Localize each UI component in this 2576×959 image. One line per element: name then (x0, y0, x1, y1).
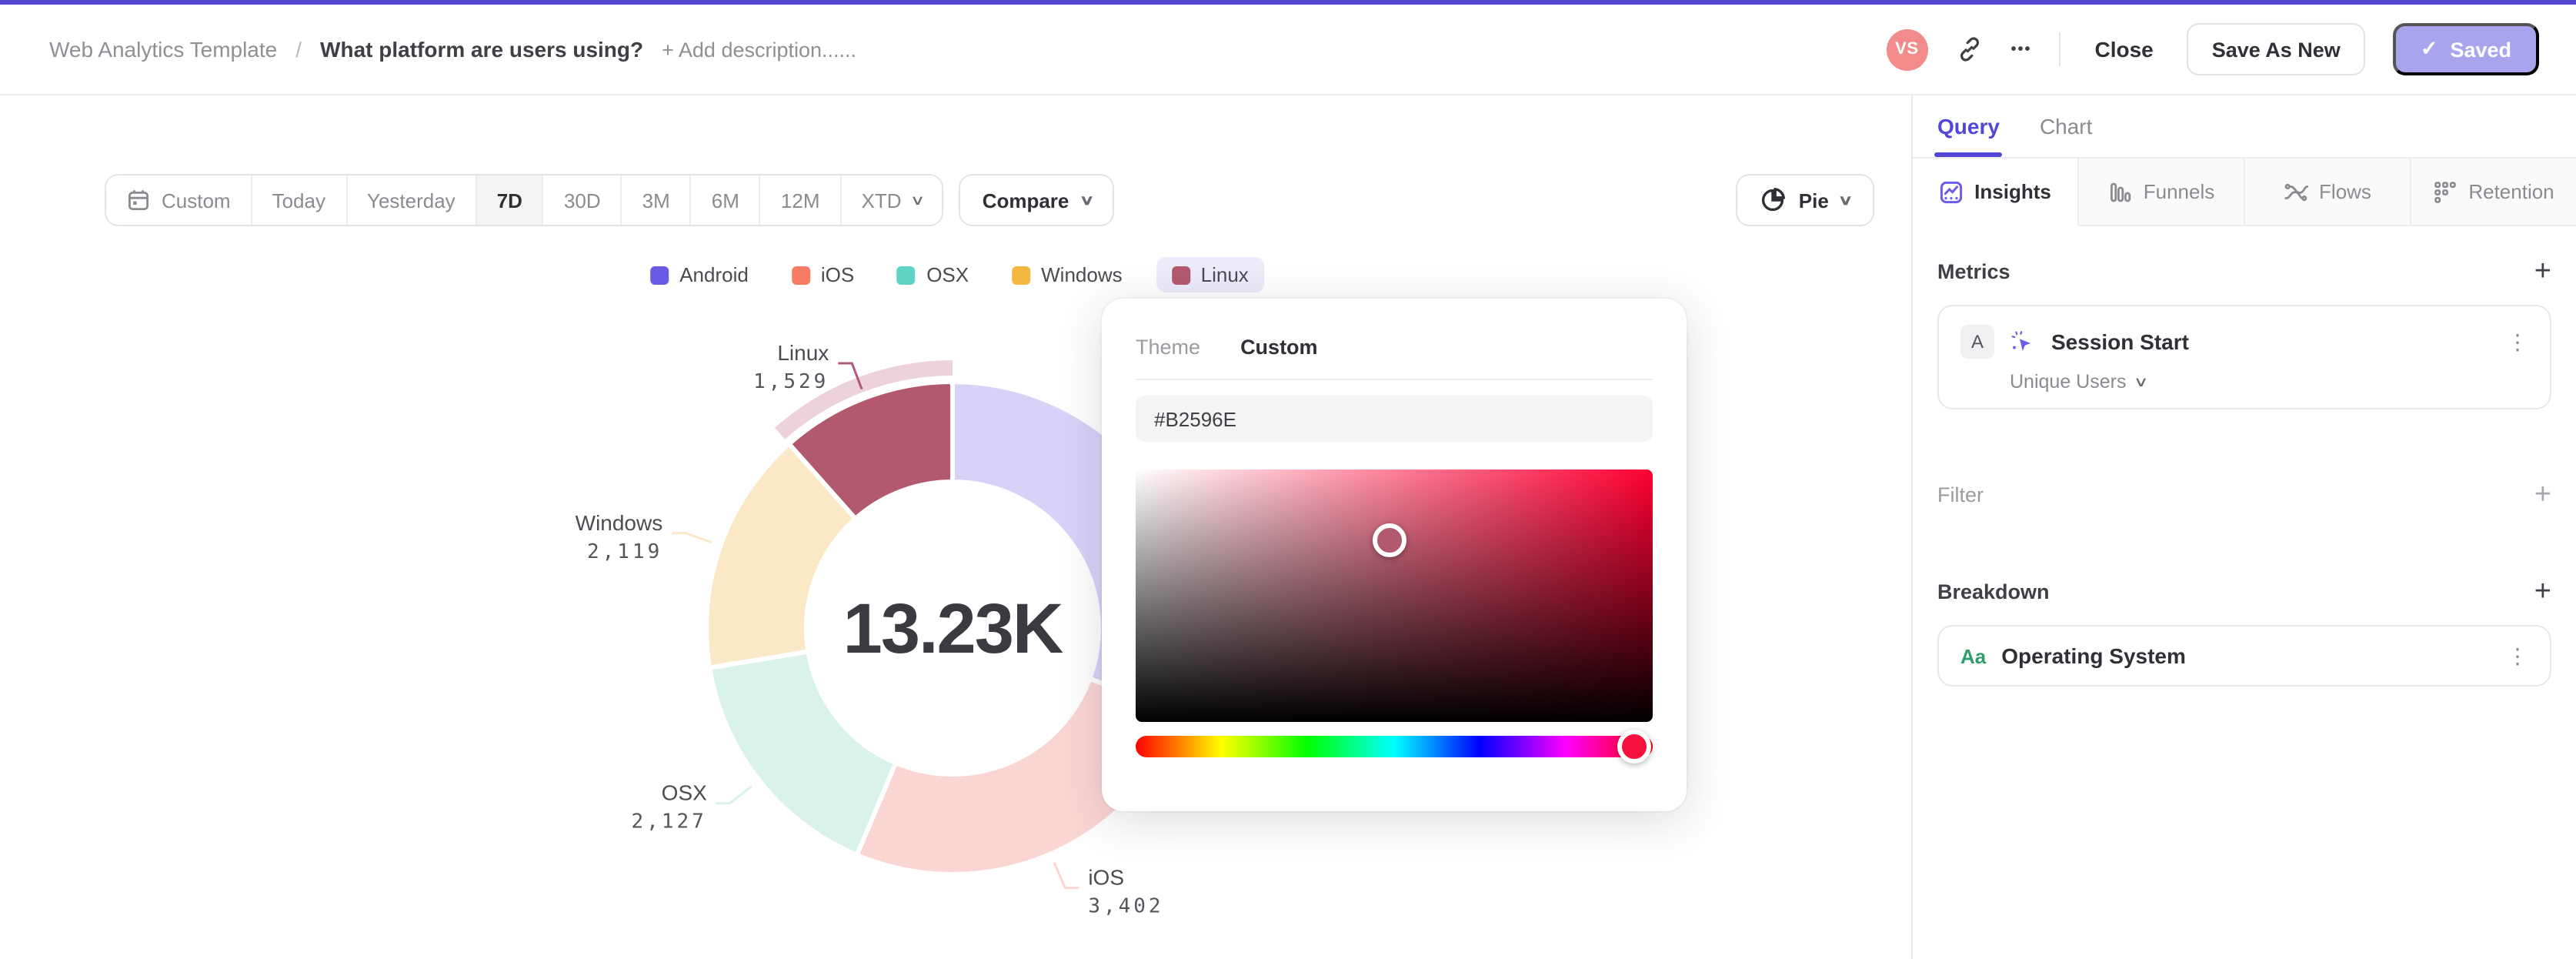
view-tab-flows[interactable]: Flows (2245, 159, 2411, 226)
close-button[interactable]: Close (2088, 37, 2159, 62)
breadcrumb-separator: / (295, 37, 302, 62)
hue-cursor[interactable] (1617, 730, 1652, 764)
tab-chart[interactable]: Chart (2040, 95, 2092, 157)
view-tab-funnels[interactable]: Funnels (2079, 159, 2245, 226)
panel-content: Metrics + A Session Start ⋮ Unique Users… (1913, 226, 2576, 959)
label-leader-line (1053, 862, 1079, 890)
metric-event-name: Session Start (2051, 329, 2189, 354)
breakdown-property-name: Operating System (2001, 643, 2186, 668)
save-as-new-button[interactable]: Save As New (2187, 23, 2365, 75)
metrics-heading: Metrics (1937, 260, 2010, 283)
aggregation-label: Unique Users (2010, 371, 2127, 393)
popup-divider (1136, 379, 1653, 380)
avatar[interactable]: VS (1886, 28, 1928, 70)
metrics-section-header: Metrics + (1937, 257, 2551, 286)
property-type-badge: Aa (1960, 644, 1987, 667)
check-icon: ✓ (2420, 37, 2438, 60)
slice-label-name: OSX (662, 781, 707, 805)
query-panel: Query Chart Insights Funnels Flows Retentio… (1911, 95, 2576, 959)
saved-label: Saved (2450, 38, 2511, 61)
color-picker-tabs: Theme Custom (1136, 336, 1653, 359)
main: Custom Today Yesterday 7D 30D 3M 6M 12M XTD ∨ Com… (0, 95, 2576, 959)
more-options-button[interactable]: ••• (2010, 41, 2031, 58)
event-sparkle-icon (2010, 329, 2036, 355)
metric-row: A Session Start ⋮ (1960, 325, 2528, 359)
label-leader-line (672, 532, 712, 544)
view-tab-label: Funnels (2143, 180, 2215, 203)
view-tab-label: Retention (2468, 180, 2554, 203)
breadcrumb: Web Analytics Template / What platform a… (49, 37, 856, 62)
view-tabs: Insights Funnels Flows Retention (1913, 157, 2576, 226)
chart-area: Custom Today Yesterday 7D 30D 3M 6M 12M XTD ∨ Com… (0, 95, 1911, 959)
breadcrumb-project[interactable]: Web Analytics Template (49, 37, 277, 62)
chevron-down-icon: ∨ (2133, 373, 2148, 389)
view-tab-label: Insights (1974, 180, 2051, 203)
tab-custom[interactable]: Custom (1240, 336, 1318, 359)
report-title[interactable]: What platform are users using? (320, 37, 643, 62)
breakdown-kebab-menu[interactable]: ⋮ (2507, 645, 2528, 667)
add-metric-button[interactable]: + (2534, 257, 2551, 286)
saturation-cursor[interactable] (1372, 523, 1406, 557)
tab-theme[interactable]: Theme (1136, 336, 1200, 359)
hue-slider[interactable] (1136, 730, 1653, 764)
saturation-area[interactable] (1136, 469, 1653, 722)
header-divider (2059, 32, 2061, 66)
saved-button[interactable]: ✓ Saved (2392, 23, 2539, 75)
slice-label-value: 2,127 (632, 810, 707, 834)
slice-label-value: 3,402 (1088, 895, 1163, 918)
filter-heading: Filter (1937, 483, 1984, 506)
share-link-icon[interactable] (1955, 35, 1983, 63)
slice-label-name: iOS (1088, 866, 1124, 890)
breakdown-card[interactable]: Aa Operating System ⋮ (1937, 625, 2551, 687)
view-tab-retention[interactable]: Retention (2411, 159, 2576, 226)
color-picker-popup: Theme Custom (1102, 299, 1687, 811)
slice-label-name: Linux (777, 341, 829, 365)
metric-kebab-menu[interactable]: ⋮ (2507, 331, 2528, 353)
metric-card[interactable]: A Session Start ⋮ Unique Users ∨ (1937, 305, 2551, 409)
filter-section-header: Filter + (1937, 480, 2551, 510)
breakdown-heading: Breakdown (1937, 580, 2050, 603)
insights-icon (1939, 179, 1964, 204)
view-tab-insights[interactable]: Insights (1913, 159, 2079, 226)
view-tab-label: Flows (2319, 180, 2371, 203)
donut-center-total: 13.23K (843, 590, 1063, 668)
tab-query[interactable]: Query (1934, 95, 2004, 157)
pie-slice-osx[interactable] (707, 649, 899, 857)
header: Web Analytics Template / What platform a… (0, 5, 2576, 95)
slice-label-value: 1,529 (753, 370, 829, 393)
app-window: Web Analytics Template / What platform a… (0, 0, 2576, 959)
add-description-button[interactable]: + Add description...... (662, 38, 856, 61)
hex-color-input[interactable] (1136, 396, 1653, 442)
label-leader-line (716, 785, 753, 805)
add-breakdown-button[interactable]: + (2534, 577, 2551, 606)
add-filter-button[interactable]: + (2534, 480, 2551, 510)
panel-tabs: Query Chart (1913, 95, 2576, 157)
funnels-icon (2108, 179, 2133, 204)
metric-letter-badge: A (1960, 325, 1994, 359)
slice-label-value: 2,119 (587, 540, 662, 563)
slice-label-name: Windows (576, 511, 663, 535)
flows-icon (2284, 179, 2309, 204)
retention-icon (2433, 179, 2458, 204)
breakdown-section-header: Breakdown + (1937, 577, 2551, 606)
header-actions: VS ••• Close Save As New ✓ Saved (1886, 23, 2539, 75)
metric-aggregation-dropdown[interactable]: Unique Users ∨ (1960, 371, 2528, 393)
